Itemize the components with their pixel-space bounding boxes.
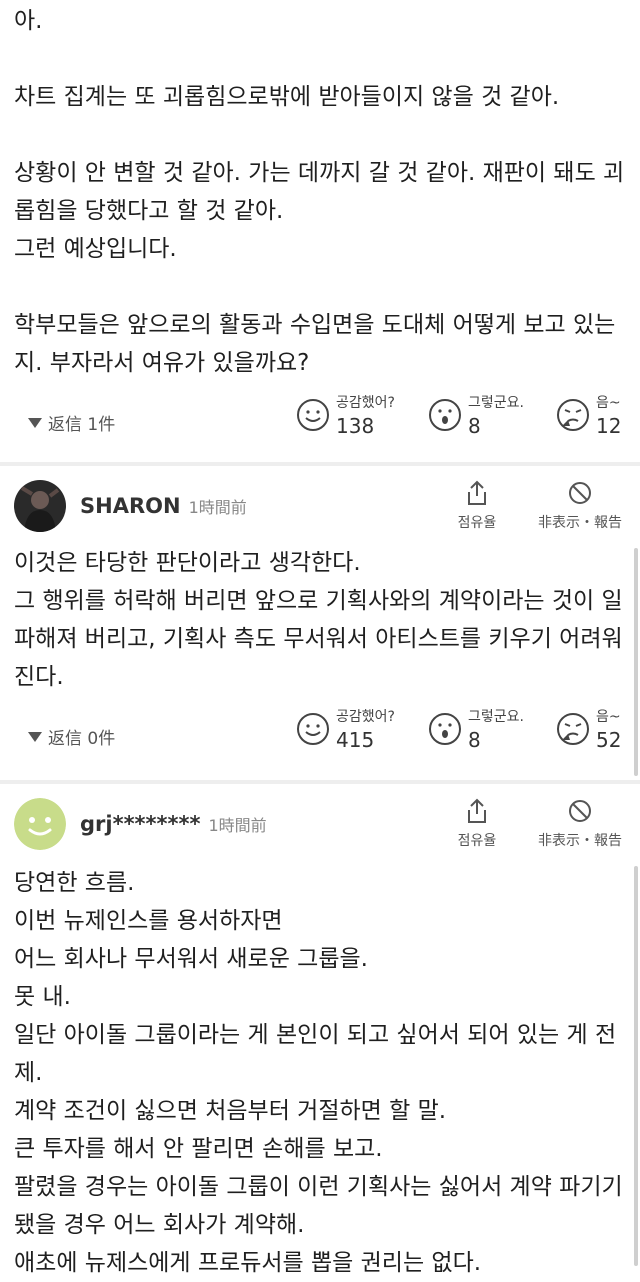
reaction-label: 그렇군요. <box>468 395 524 411</box>
comment-body: 이것은 타당한 판단이라고 생각한다. 그 행위를 허락해 버리면 앞으로 기획사… <box>0 544 640 696</box>
replies-count: 返信 0件 <box>48 729 116 749</box>
hide-report-button[interactable]: 非表示・報告 <box>530 480 630 532</box>
triangle-down-icon <box>28 731 42 742</box>
share-button[interactable]: 점유율 <box>454 798 500 850</box>
text-line: 상황이 안 변할 것 같아. 가는 데까지 갈 것 같아. 재판이 돼도 괴 <box>14 160 625 186</box>
text-line: 아. <box>14 8 43 34</box>
block-icon <box>569 482 591 504</box>
text-line: 진다. <box>14 664 64 690</box>
comment-reactions: 返信 0件 공감했어? 415 그렇군요. 8 음~ 52 <box>0 706 640 772</box>
share-icon <box>468 798 486 823</box>
username-text: grj******** <box>80 812 201 836</box>
text-line: 제. <box>14 1060 43 1086</box>
text-line <box>14 268 626 306</box>
thinking-face-icon <box>557 713 589 745</box>
text-line <box>14 116 626 154</box>
surprised-face-icon <box>429 713 461 745</box>
text-line: 이것은 타당한 판단이라고 생각한다. <box>14 550 361 576</box>
top-post-reactions: 返信 1件 공감했어? 138 그렇군요. 8 음~ 12 <box>0 392 640 458</box>
username[interactable]: SHARON 1時間前 <box>80 494 247 518</box>
reaction-label: 음~ <box>596 395 621 411</box>
share-icon <box>468 480 486 505</box>
reaction-count: 12 <box>596 414 622 438</box>
comment-header: SHARON 1時間前 점유율 非表示・報告 <box>0 466 640 544</box>
text-line: 차트 집계는 또 괴롭힘으로밖에 받아들이지 않을 것 같아. <box>14 84 560 110</box>
timestamp: 1時間前 <box>208 816 267 835</box>
text-line: 이번 뉴제인스를 용서하자면 <box>14 908 283 934</box>
text-line: 큰 투자를 해서 안 팔리면 손해를 보고. <box>14 1136 383 1162</box>
reaction-label: 음~ <box>596 709 621 725</box>
photo-avatar-icon <box>14 480 66 532</box>
text-line: 당연한 흐름. <box>14 870 135 896</box>
comment-header: grj******** 1時間前 점유율 非表示・報告 <box>0 784 640 862</box>
reaction-count: 138 <box>336 414 375 438</box>
top-post-body: 아. 차트 집계는 또 괴롭힘으로밖에 받아들이지 않을 것 같아. 상황이 안 변… <box>0 2 640 382</box>
smile-face-icon <box>297 713 329 745</box>
avatar[interactable] <box>14 798 66 850</box>
share-button[interactable]: 점유율 <box>454 480 500 532</box>
smile-face-icon <box>297 399 329 431</box>
hide-report-label: 非表示・報告 <box>538 833 622 849</box>
username-text: SHARON <box>80 494 181 518</box>
text-line: 됐을 경우 어느 회사가 계약해. <box>14 1212 305 1238</box>
replies-toggle[interactable]: 返信 0件 <box>28 724 115 749</box>
avatar[interactable] <box>14 480 66 532</box>
text-line: 계약 조건이 싫으면 처음부터 거절하면 할 말. <box>14 1098 447 1124</box>
reaction-count: 52 <box>596 728 622 752</box>
smiley-avatar-icon <box>14 798 66 850</box>
triangle-down-icon <box>28 417 42 428</box>
scrollbar[interactable] <box>634 866 638 1266</box>
block-icon <box>569 800 591 822</box>
hide-report-button[interactable]: 非表示・報告 <box>530 798 630 850</box>
thinking-face-icon <box>557 399 589 431</box>
text-line: 지. 부자라서 여유가 있을까요? <box>14 350 310 376</box>
text-line: 그런 예상입니다. <box>14 236 177 262</box>
replies-count: 返信 1件 <box>48 415 116 435</box>
text-line: 못 내. <box>14 984 71 1010</box>
surprised-face-icon <box>429 399 461 431</box>
text-line: 팔렸을 경우는 아이돌 그룹이 이런 기획사는 싫어서 계약 파기기 <box>14 1174 623 1200</box>
timestamp: 1時間前 <box>188 498 247 517</box>
reaction-label: 공감했어? <box>336 709 395 725</box>
replies-toggle[interactable]: 返信 1件 <box>28 410 115 435</box>
comment-body: 당연한 흐름. 이번 뉴제인스를 용서하자면어느 회사나 무서워서 새로운 그룹을… <box>0 864 640 1282</box>
text-line: 그 행위를 허락해 버리면 앞으로 기획사와의 계약이라는 것이 일 <box>14 588 623 614</box>
text-line: 일단 아이돌 그룹이라는 게 본인이 되고 싶어서 되어 있는 게 전 <box>14 1022 617 1048</box>
scrollbar[interactable] <box>634 548 638 776</box>
share-label: 점유율 <box>457 833 497 849</box>
text-line: 애초에 뉴제스에게 프로듀서를 뽑을 권리는 없다. <box>14 1250 482 1276</box>
share-label: 점유율 <box>457 515 497 531</box>
text-line: 파해져 버리고, 기획사 측도 무서워서 아티스트를 키우기 어려워 <box>14 626 623 652</box>
comment-sharon: SHARON 1時間前 점유율 非表示・報告 이것은 타당한 판단이라고 생각한다… <box>0 466 640 772</box>
comment-grj: grj******** 1時間前 점유율 非表示・報告 당연한 흐름. 이번 뉴제인… <box>0 784 640 1282</box>
hide-report-label: 非表示・報告 <box>538 515 622 531</box>
username[interactable]: grj******** 1時間前 <box>80 812 267 836</box>
text-line: 학부모들은 앞으로의 활동과 수입면을 도대체 어떻게 보고 있는 <box>14 312 616 338</box>
text-line <box>14 40 626 78</box>
reaction-count: 8 <box>468 728 481 752</box>
reaction-count: 8 <box>468 414 481 438</box>
text-line: 어느 회사나 무서워서 새로운 그룹을. <box>14 946 368 972</box>
reaction-label: 그렇군요. <box>468 709 524 725</box>
reaction-label: 공감했어? <box>336 395 395 411</box>
reaction-count: 415 <box>336 728 375 752</box>
text-line: 롭힘을 당했다고 할 것 같아. <box>14 198 284 224</box>
top-post: 아. 차트 집계는 또 괴롭힘으로밖에 받아들이지 않을 것 같아. 상황이 안 변… <box>0 2 640 458</box>
